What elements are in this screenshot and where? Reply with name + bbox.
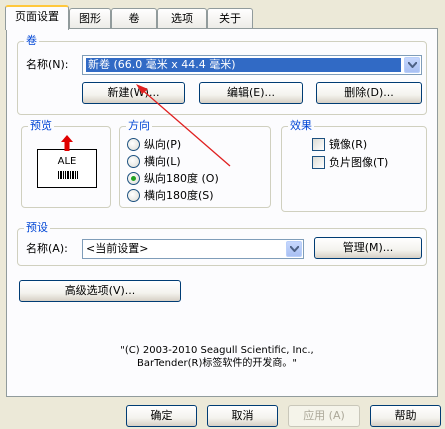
effects-group: 效果 镜像(R) 负片图像(T) bbox=[281, 119, 427, 212]
tab-graphics[interactable]: 图形 bbox=[69, 8, 111, 29]
checkbox-mirror[interactable] bbox=[312, 138, 325, 151]
preset-group-title: 预设 bbox=[24, 221, 50, 235]
preset-name-value: <当前设置> bbox=[86, 242, 149, 255]
orientation-group: 方向 纵向(P) 横向(L) 纵向180度 (O) 横向180度(S) bbox=[119, 119, 271, 208]
tab-page-setup[interactable]: 页面设置 bbox=[5, 5, 69, 30]
copyright-text: "(C) 2003-2010 Seagull Scientific, Inc.,… bbox=[87, 344, 347, 370]
radio-landscape-180-label[interactable]: 横向180度(S) bbox=[144, 189, 214, 203]
radio-landscape-180[interactable] bbox=[127, 189, 140, 202]
checkbox-negative[interactable] bbox=[312, 156, 325, 169]
help-button[interactable]: 帮助 bbox=[370, 405, 441, 427]
tab-about[interactable]: 关于 bbox=[207, 8, 253, 29]
advanced-options-button[interactable]: 高级选项(V)... bbox=[19, 280, 181, 302]
delete-roll-button[interactable]: 删除(D)... bbox=[316, 82, 422, 104]
manage-presets-button[interactable]: 管理(M)... bbox=[314, 237, 422, 259]
preview-sample-text: ALE bbox=[57, 156, 77, 167]
preset-group: 预设 名称(A): <当前设置> 管理(M)... bbox=[17, 221, 427, 266]
orientation-group-title: 方向 bbox=[126, 119, 152, 133]
apply-button[interactable]: 应用 (A) bbox=[288, 405, 360, 427]
ok-button[interactable]: 确定 bbox=[126, 405, 197, 427]
roll-name-label: 名称(N): bbox=[26, 58, 69, 71]
radio-portrait-180-label[interactable]: 纵向180度 (O) bbox=[144, 172, 219, 186]
preview-group: 预览 ALE bbox=[21, 119, 111, 208]
roll-name-value: 新卷 (66.0 毫米 x 44.4 毫米) bbox=[86, 58, 401, 72]
new-roll-button[interactable]: 新建(W)... bbox=[82, 82, 185, 104]
checkbox-negative-label[interactable]: 负片图像(T) bbox=[329, 156, 388, 170]
tab-roll[interactable]: 卷 bbox=[111, 8, 157, 29]
checkbox-mirror-label[interactable]: 镜像(R) bbox=[329, 138, 367, 152]
barcode-icon bbox=[58, 171, 78, 179]
roll-name-combo[interactable]: 新卷 (66.0 毫米 x 44.4 毫米) bbox=[82, 55, 422, 75]
radio-landscape[interactable] bbox=[127, 155, 140, 168]
copyright-line-2: BarTender(R)标签软件的开发商。" bbox=[137, 358, 297, 369]
tab-options[interactable]: 选项 bbox=[157, 8, 207, 29]
cancel-button[interactable]: 取消 bbox=[207, 405, 278, 427]
radio-landscape-label[interactable]: 横向(L) bbox=[144, 155, 181, 169]
copyright-line-1: "(C) 2003-2010 Seagull Scientific, Inc., bbox=[120, 345, 314, 356]
preset-name-combo[interactable]: <当前设置> bbox=[82, 239, 304, 259]
radio-portrait-label[interactable]: 纵向(P) bbox=[144, 138, 181, 152]
roll-group-title: 卷 bbox=[24, 34, 39, 48]
radio-portrait-180[interactable] bbox=[127, 172, 140, 185]
edit-roll-button[interactable]: 编辑(E)... bbox=[199, 82, 303, 104]
tab-panel: 卷 名称(N): 新卷 (66.0 毫米 x 44.4 毫米) 新建(W)...… bbox=[6, 28, 438, 397]
red-arrow-up-icon bbox=[61, 135, 73, 151]
roll-group: 卷 名称(N): 新卷 (66.0 毫米 x 44.4 毫米) 新建(W)...… bbox=[17, 34, 427, 115]
preset-name-label: 名称(A): bbox=[26, 242, 68, 255]
preview-group-title: 预览 bbox=[28, 119, 54, 133]
effects-group-title: 效果 bbox=[288, 119, 314, 133]
chevron-down-icon[interactable] bbox=[404, 57, 420, 73]
label-preview: ALE bbox=[37, 149, 97, 188]
chevron-down-icon[interactable] bbox=[286, 241, 302, 257]
radio-portrait[interactable] bbox=[127, 138, 140, 151]
